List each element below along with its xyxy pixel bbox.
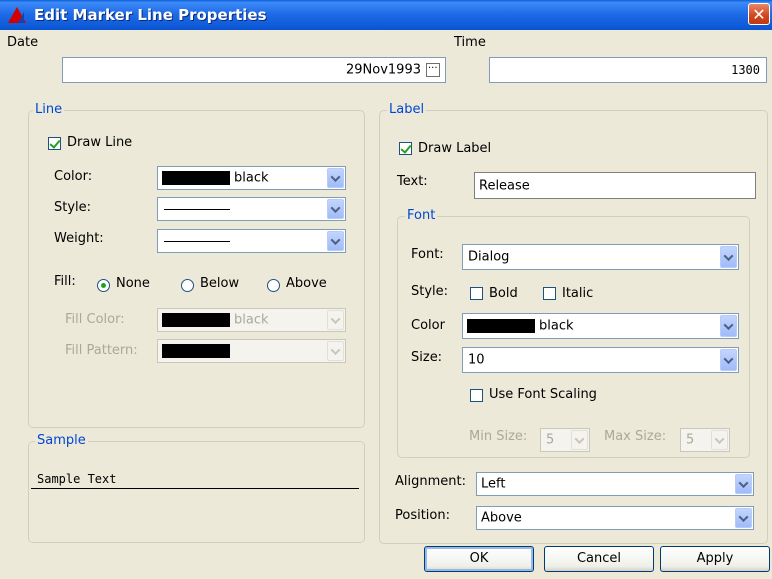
bold-label: Bold	[489, 286, 518, 301]
font-select[interactable]: Dialog	[462, 244, 739, 270]
italic-checkbox[interactable]	[543, 287, 556, 300]
time-field[interactable]: 1300	[489, 57, 767, 83]
chevron-down-icon[interactable]	[720, 349, 737, 371]
fill-color-label: Fill Color:	[65, 312, 125, 327]
sample-text: Sample Text	[37, 472, 117, 486]
alignment-label: Alignment:	[395, 474, 466, 489]
chevron-down-icon[interactable]	[720, 246, 737, 268]
fill-pattern-label: Fill Pattern:	[65, 343, 138, 358]
line-color-label: Color:	[54, 169, 93, 184]
fill-none-radio[interactable]	[97, 279, 110, 292]
sample-group	[28, 441, 365, 543]
fill-color-value: black	[234, 312, 269, 328]
line-group-title: Line	[33, 102, 65, 117]
position-label: Position:	[395, 508, 450, 523]
fill-below-radio[interactable]	[181, 279, 194, 292]
window-title: Edit Marker Line Properties	[34, 6, 267, 24]
italic-label: Italic	[562, 286, 594, 301]
use-font-scaling-label: Use Font Scaling	[489, 387, 597, 402]
draw-line-checkbox[interactable]	[48, 137, 61, 150]
fill-above-radio[interactable]	[267, 279, 280, 292]
sample-group-title: Sample	[35, 433, 88, 448]
chevron-down-icon[interactable]	[720, 315, 737, 337]
date-value: 29Nov1993	[346, 62, 421, 78]
position-value: Above	[481, 510, 522, 526]
fill-below-label: Below	[200, 276, 240, 291]
font-group-title: Font	[405, 208, 438, 223]
apply-button[interactable]: Apply	[660, 546, 770, 572]
draw-label-label: Draw Label	[418, 141, 492, 156]
date-field[interactable]: 29Nov1993	[62, 57, 446, 83]
fill-pattern-select[interactable]	[157, 339, 346, 363]
line-style-label: Style:	[54, 200, 92, 215]
line-color-swatch	[162, 171, 230, 185]
fill-color-select[interactable]: black	[157, 308, 346, 332]
chevron-down-icon[interactable]	[327, 341, 344, 361]
close-icon: ✕	[752, 5, 766, 24]
fill-label: Fill:	[54, 274, 76, 289]
alignment-select[interactable]: Left	[476, 472, 754, 496]
close-button[interactable]: ✕	[748, 3, 770, 25]
line-weight-select[interactable]	[157, 229, 346, 253]
fill-above-label: Above	[286, 276, 327, 291]
max-size-value: 5	[686, 432, 695, 448]
chevron-down-icon[interactable]	[327, 310, 344, 330]
app-logo-icon	[8, 7, 26, 23]
fill-color-swatch	[162, 313, 230, 327]
line-color-value: black	[234, 170, 269, 186]
draw-label-checkbox[interactable]	[399, 142, 412, 155]
chevron-down-icon[interactable]	[711, 430, 728, 450]
chevron-down-icon[interactable]	[735, 508, 752, 528]
fill-pattern-swatch	[162, 344, 230, 358]
min-size-value: 5	[546, 432, 555, 448]
line-group	[28, 110, 365, 428]
use-font-scaling-checkbox[interactable]	[470, 389, 483, 402]
line-style-select[interactable]	[157, 197, 346, 221]
font-color-select[interactable]: black	[462, 313, 739, 339]
min-size-label: Min Size:	[469, 429, 528, 444]
max-size-label: Max Size:	[604, 429, 667, 444]
font-size-label: Size:	[411, 350, 443, 365]
chevron-down-icon[interactable]	[327, 231, 344, 251]
font-color-label: Color	[411, 318, 445, 333]
chevron-down-icon[interactable]	[327, 168, 344, 188]
chevron-down-icon[interactable]	[735, 474, 752, 494]
title-bar: Edit Marker Line Properties ✕	[0, 0, 772, 30]
font-value: Dialog	[468, 249, 510, 265]
min-size-select[interactable]: 5	[540, 428, 590, 452]
line-weight-label: Weight:	[54, 231, 104, 246]
line-weight-sample	[164, 241, 230, 242]
label-text-value: Release	[479, 178, 530, 193]
bold-checkbox[interactable]	[470, 287, 483, 300]
font-size-select[interactable]: 10	[462, 347, 739, 373]
time-label: Time	[454, 35, 486, 50]
label-text-label: Text:	[397, 174, 428, 189]
font-style-label: Style:	[411, 284, 449, 299]
label-text-input[interactable]: Release	[474, 172, 756, 199]
font-label: Font:	[411, 247, 444, 262]
calendar-picker-icon[interactable]	[426, 60, 440, 77]
font-color-value: black	[539, 318, 574, 334]
font-size-value: 10	[468, 352, 485, 368]
alignment-value: Left	[481, 476, 506, 492]
date-label: Date	[7, 35, 39, 50]
cancel-button[interactable]: Cancel	[544, 546, 654, 572]
line-color-select[interactable]: black	[157, 166, 346, 190]
time-value: 1300	[731, 63, 760, 77]
draw-line-label: Draw Line	[67, 135, 133, 150]
label-group-title: Label	[387, 102, 427, 117]
font-color-swatch	[467, 319, 535, 333]
fill-none-label: None	[116, 276, 150, 291]
position-select[interactable]: Above	[476, 506, 754, 530]
sample-line	[31, 488, 359, 489]
chevron-down-icon[interactable]	[327, 199, 344, 219]
max-size-select[interactable]: 5	[680, 428, 730, 452]
line-style-sample	[164, 209, 230, 210]
ok-button[interactable]: OK	[424, 546, 534, 572]
chevron-down-icon[interactable]	[571, 430, 588, 450]
